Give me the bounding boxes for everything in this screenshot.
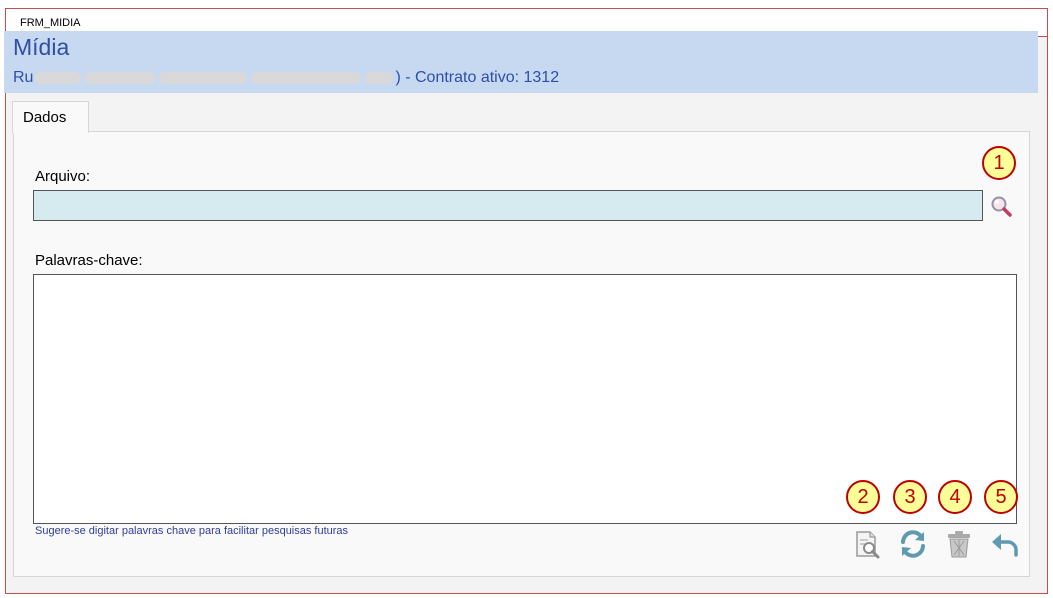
callout-1: 1 bbox=[982, 146, 1016, 180]
delete-button[interactable] bbox=[942, 527, 976, 561]
redacted-text bbox=[251, 71, 362, 84]
redacted-text bbox=[35, 71, 82, 84]
callout-2: 2 bbox=[846, 480, 880, 514]
keywords-hint: Sugere-se digitar palavras chave para fa… bbox=[35, 525, 349, 537]
file-label: Arquivo: bbox=[35, 168, 91, 185]
subtitle-prefix: Ru bbox=[13, 69, 34, 86]
trash-icon bbox=[948, 531, 970, 558]
undo-arrow-icon bbox=[992, 534, 1018, 557]
callout-5: 5 bbox=[984, 480, 1018, 514]
preview-button[interactable] bbox=[850, 527, 884, 561]
tab-label: Dados bbox=[23, 109, 67, 126]
redacted-text bbox=[159, 71, 248, 84]
header-subtitle: Ru ) - Contrato ativo: 1312 bbox=[13, 69, 559, 87]
browse-file-button[interactable] bbox=[987, 193, 1015, 219]
page-title: Mídia bbox=[13, 34, 70, 60]
callout-4: 4 bbox=[938, 480, 972, 514]
redacted-text bbox=[85, 71, 156, 84]
document-preview-icon bbox=[856, 531, 880, 559]
refresh-icon bbox=[901, 530, 925, 558]
tab-dados[interactable]: Dados bbox=[12, 101, 89, 133]
file-field[interactable] bbox=[33, 190, 983, 221]
form-header: Mídia Ru ) - Contrato ativo: 1312 bbox=[4, 31, 1038, 93]
subtitle-suffix: ) - Contrato ativo: 1312 bbox=[395, 69, 560, 86]
back-button[interactable] bbox=[988, 527, 1022, 561]
keywords-label: Palavras-chave: bbox=[35, 252, 143, 269]
callout-3: 3 bbox=[893, 480, 927, 514]
magnifier-icon bbox=[991, 196, 1012, 217]
redacted-text bbox=[365, 71, 394, 84]
refresh-button[interactable] bbox=[896, 527, 930, 561]
